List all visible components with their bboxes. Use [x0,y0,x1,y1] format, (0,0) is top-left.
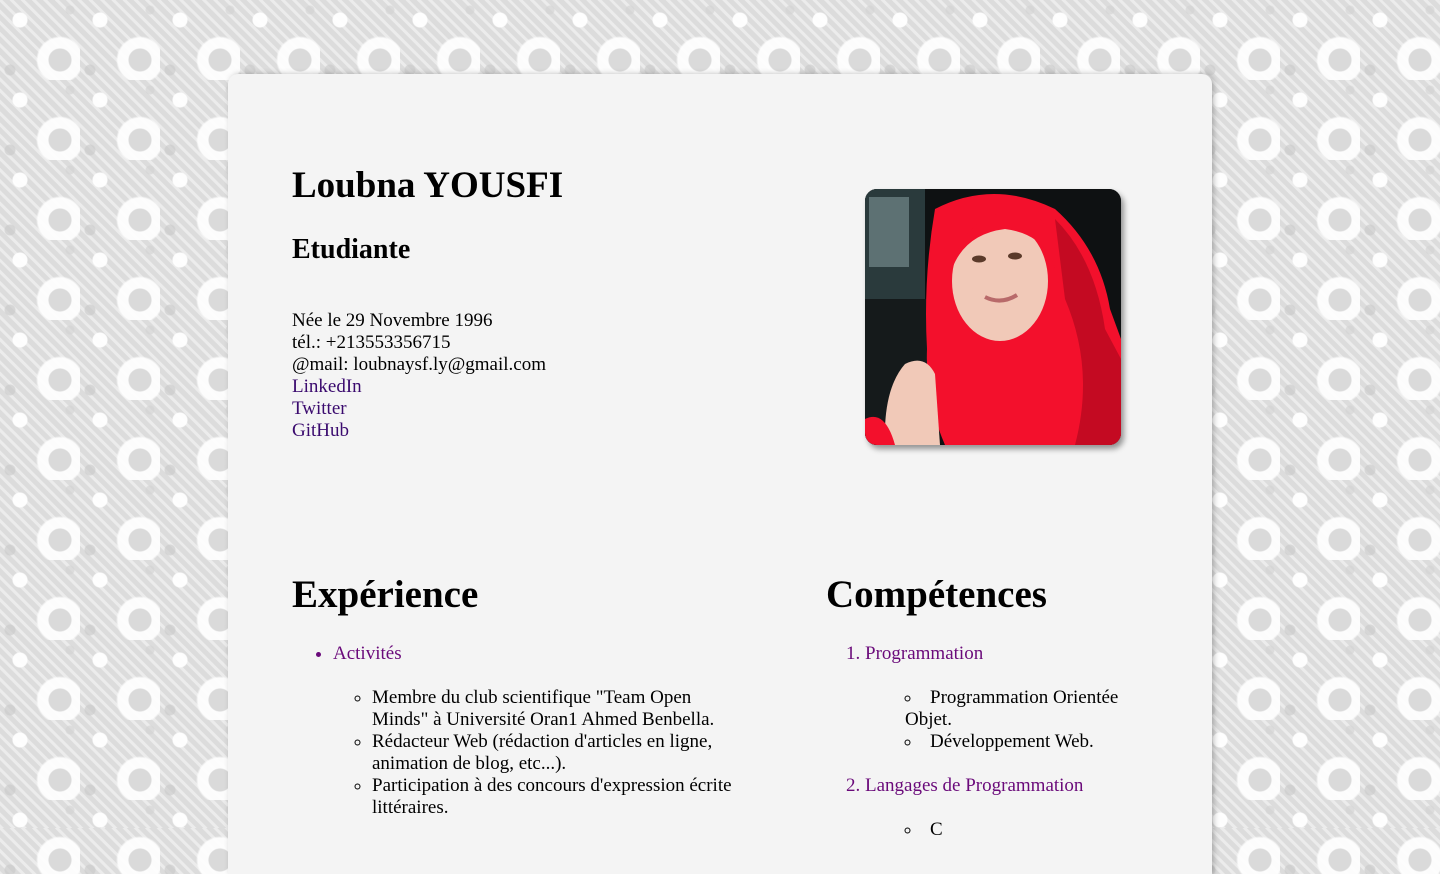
person-role: Etudiante [292,234,411,265]
profile-photo [865,189,1121,445]
activities-link[interactable]: Activités [333,643,402,664]
programming-link[interactable]: Programmation [865,643,983,664]
skills-list: Programmation Programmation Orientée Obj… [826,643,1126,863]
list-item: Développement Web. [905,731,1126,753]
profile-photo-illustration [865,189,1121,445]
linkedin-link[interactable]: LinkedIn [292,376,546,398]
github-link[interactable]: GitHub [292,420,546,442]
list-item: Programmation Programmation Orientée Obj… [846,643,1126,753]
list-item: C [905,819,1126,841]
skills-title: Compétences [826,573,1047,616]
birth-date: Née le 29 Novembre 1996 [292,310,493,331]
list-item: Participation à des concours d'expressio… [372,775,732,819]
list-item: Langages de Programmation C [846,775,1126,841]
phone-number: tél.: +213553356715 [292,332,451,353]
person-name: Loubna YOUSFI [292,165,564,206]
languages-link[interactable]: Langages de Programmation [865,775,1083,796]
list-item: Activités Membre du club scientifique "T… [333,643,732,819]
list-item: Programmation Orientée Objet. [905,687,1126,731]
twitter-link[interactable]: Twitter [292,398,546,420]
experience-title: Expérience [292,573,479,616]
list-item: Membre du club scientifique "Team Open M… [372,687,732,731]
contact-info: Née le 29 Novembre 1996 tél.: +213553356… [292,310,546,442]
email-address: @mail: loubnaysf.ly@gmail.com [292,354,546,375]
experience-list: Activités Membre du club scientifique "T… [292,643,732,841]
list-item: Rédacteur Web (rédaction d'articles en l… [372,731,732,775]
cv-card: Loubna YOUSFI Etudiante Née le 29 Novemb… [228,74,1212,874]
